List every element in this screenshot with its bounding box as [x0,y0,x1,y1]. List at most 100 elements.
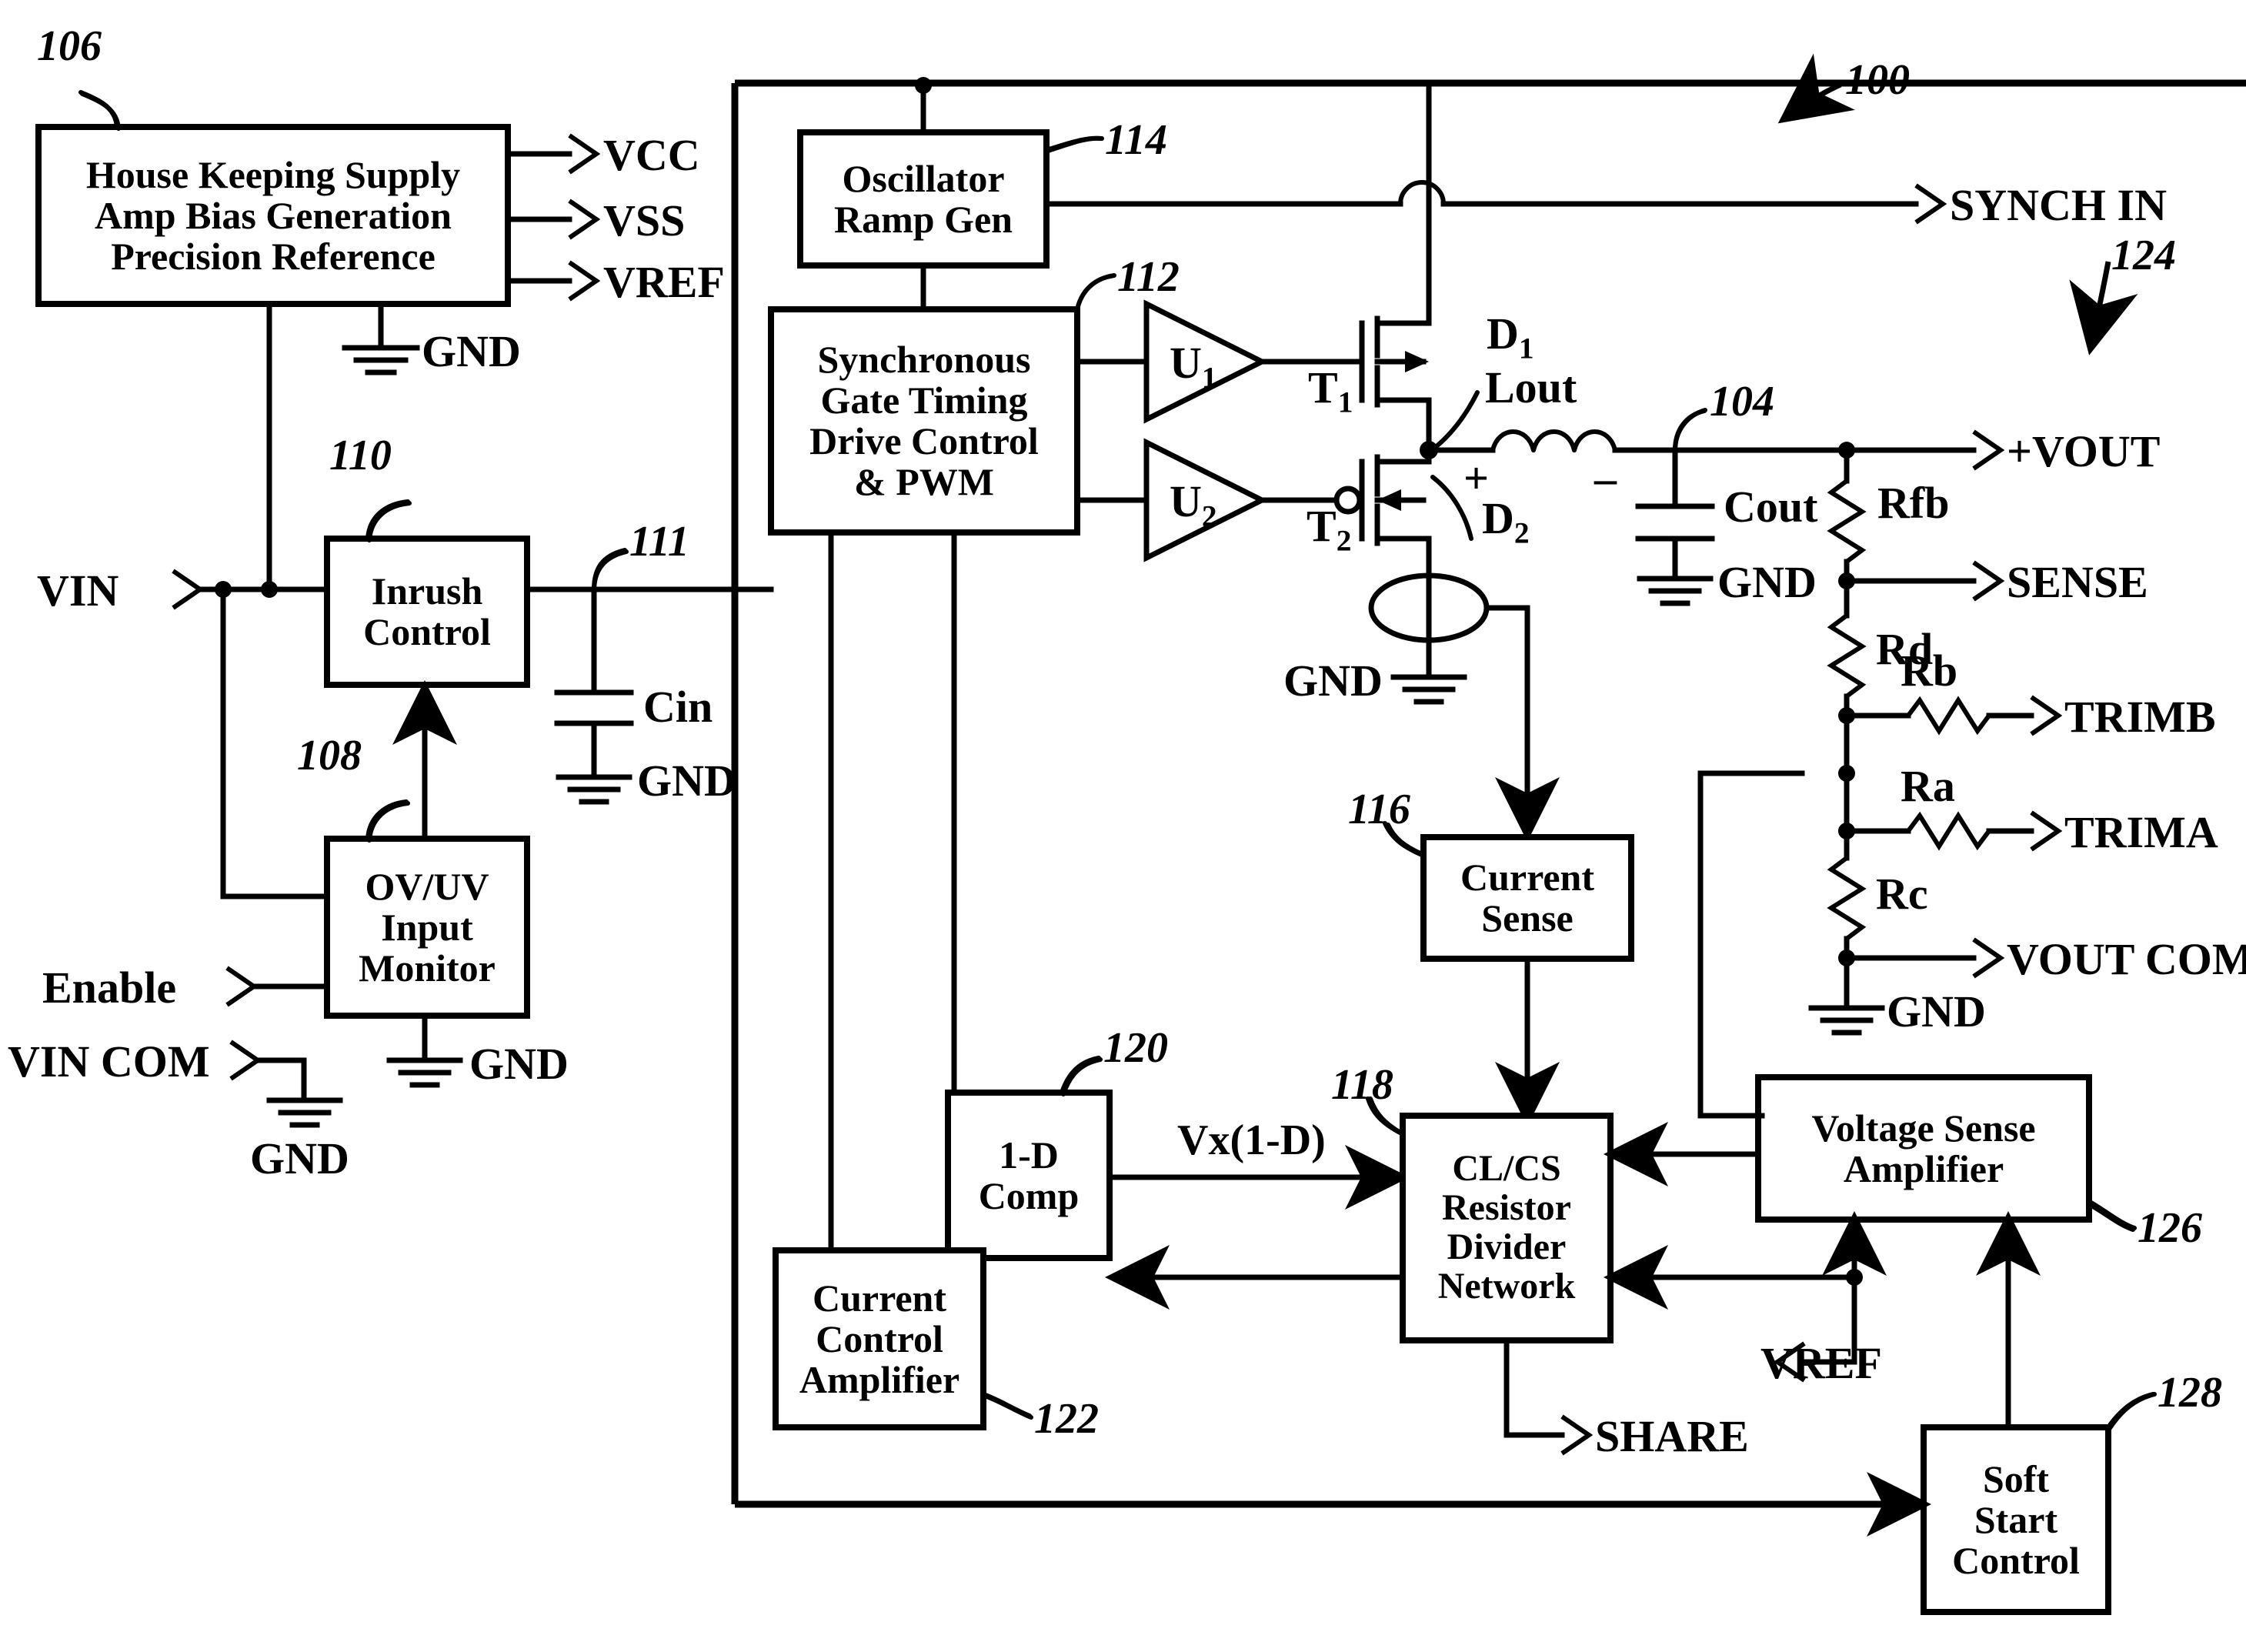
d2-subscript: 2 [1513,516,1530,550]
component-label-lout: Lout [1485,362,1577,412]
gnd-label-vincom: GND [250,1133,349,1183]
ref-122: 122 [1034,1395,1099,1443]
block-gate-timing[interactable]: Synchronous Gate Timing Drive Control & … [771,309,1077,532]
ref-111: 111 [629,518,689,566]
component-label-d1: D1 [1487,308,1534,366]
voltagesenseamp-line-1: Voltage Sense [1811,1106,2036,1150]
d1-subscript: 1 [1518,331,1534,365]
ovuv-line-1: OV/UV [365,864,489,908]
housekeeping-line-2: Amp Bias Generation [95,193,452,237]
ref-110: 110 [329,432,392,479]
gnd-label-cin: GND [637,756,736,806]
component-label-d2: D2 [1482,492,1530,551]
component-label-rc: Rc [1876,869,1928,919]
block-current-sense[interactable]: Current Sense [1423,837,1631,959]
ovuv-line-2: Input [381,905,473,949]
gatetiming-line-4: & PWM [854,460,994,503]
onedcomp-line-1: 1-D [999,1133,1059,1176]
component-label-ra: Ra [1901,761,1955,811]
housekeeping-line-3: Precision Reference [111,234,436,278]
pin-label-synch-in[interactable]: SYNCH IN [1950,179,2167,231]
inrush-line-1: Inrush [371,569,483,612]
pin-label-vin[interactable]: VIN [37,565,118,616]
block-current-control-amplifier[interactable]: Current Control Amplifier [776,1250,983,1427]
clcs-line-4: Network [1437,1265,1576,1307]
pin-label-trimb[interactable]: TRIMB [2064,691,2216,743]
pin-label-share[interactable]: SHARE [1595,1410,1749,1462]
ref-118: 118 [1331,1061,1393,1109]
onedcomp-line-2: Comp [978,1173,1080,1217]
block-oscillator-ramp-gen[interactable]: Oscillator Ramp Gen [800,132,1046,265]
t1-base: T [1308,362,1338,412]
ref-112: 112 [1117,253,1180,301]
block-voltage-sense-amplifier[interactable]: Voltage Sense Amplifier [1758,1077,2089,1220]
d1-base: D [1487,309,1519,359]
pin-label-vref-bottom[interactable]: VREF [1760,1337,1882,1389]
oscillator-line-1: Oscillator [842,156,1005,200]
component-label-rfb: Rfb [1877,478,1950,528]
gnd-label-housekeeping: GND [422,326,521,376]
gatetiming-line-1: Synchronous [817,338,1031,381]
t2-subscript: 2 [1336,523,1352,558]
u2-subscript: 2 [1201,499,1217,533]
voltagesenseamp-line-2: Amplifier [1843,1146,2004,1190]
housekeeping-line-1: House Keeping Supply [85,152,461,196]
gnd-label-cout: GND [1717,557,1817,607]
currentsense-line-1: Current [1460,856,1595,899]
component-label-u1: U1 [1170,337,1217,395]
block-soft-start-control[interactable]: Soft Start Control [1924,1427,2108,1612]
ref-128: 128 [2158,1369,2222,1417]
block-clcs-resistor-divider[interactable]: CL/CS Resistor Divider Network [1403,1116,1610,1340]
softstart-line-1: Soft [1982,1457,2050,1500]
clcs-line-1: CL/CS [1452,1148,1561,1190]
clcs-line-3: Divider [1447,1226,1567,1267]
pin-label-vref-top[interactable]: VREF [603,256,725,308]
t2-base: T [1307,501,1337,551]
pin-label-vout[interactable]: +VOUT [2007,426,2160,477]
ref-124: 124 [2111,232,2176,279]
block-housekeeping[interactable]: House Keeping Supply Amp Bias Generation… [38,127,508,304]
currentctrlamp-line-2: Control [816,1317,943,1360]
synch-in-line [1398,180,1947,225]
softstart-line-2: Start [1974,1497,2058,1541]
pin-label-vss[interactable]: VSS [603,195,685,246]
t1-mosfet-graphics [1359,82,1432,453]
u2-base: U [1170,476,1202,526]
currentsense-line-2: Sense [1481,896,1574,939]
component-label-rb: Rb [1901,646,1958,696]
gnd-label-divider: GND [1887,986,1986,1036]
gnd-label-ovuv: GND [469,1039,569,1089]
block-ovuv-input-monitor[interactable]: OV/UV Input Monitor [327,839,527,1016]
clcs-line-2: Resistor [1442,1187,1571,1229]
component-label-cout: Cout [1724,482,1818,532]
signal-label-vx-1-minus-d: Vx(1-D) [1177,1116,1326,1164]
pin-label-vout-com[interactable]: VOUT COM [2007,933,2246,985]
pin-label-sense[interactable]: SENSE [2007,556,2148,608]
ref-104: 104 [1710,378,1774,426]
ref-116: 116 [1348,786,1410,833]
component-label-u2: U2 [1170,476,1217,534]
ref-108: 108 [297,732,362,779]
ref-120: 120 [1103,1024,1168,1072]
softstart-line-3: Control [1952,1538,2080,1582]
pin-label-enable[interactable]: Enable [42,962,176,1013]
inrush-line-2: Control [363,610,491,653]
oscillator-line-2: Ramp Gen [834,197,1013,241]
ovuv-line-3: Monitor [359,946,496,990]
polarity-plus-lout: + [1463,453,1490,503]
gatetiming-line-2: Gate Timing [820,379,1028,422]
component-label-t1: T1 [1308,362,1353,420]
pin-label-trima[interactable]: TRIMA [2064,806,2218,858]
component-label-t2: T2 [1307,500,1351,559]
pin-label-vin-com[interactable]: VIN COM [8,1036,210,1087]
pin-label-vcc[interactable]: VCC [603,129,700,181]
block-1d-comp[interactable]: 1-D Comp [948,1093,1110,1258]
u1-base: U [1170,338,1202,388]
t1-subscript: 1 [1337,385,1353,419]
gnd-label-power: GND [1283,656,1383,706]
component-label-cin: Cin [643,682,713,732]
currentctrlamp-line-3: Amplifier [799,1357,960,1401]
block-inrush-control[interactable]: Inrush Control [327,539,527,685]
u1-subscript: 1 [1201,360,1217,395]
figure-canvas: House Keeping Supply Amp Bias Generation… [0,0,2246,1652]
